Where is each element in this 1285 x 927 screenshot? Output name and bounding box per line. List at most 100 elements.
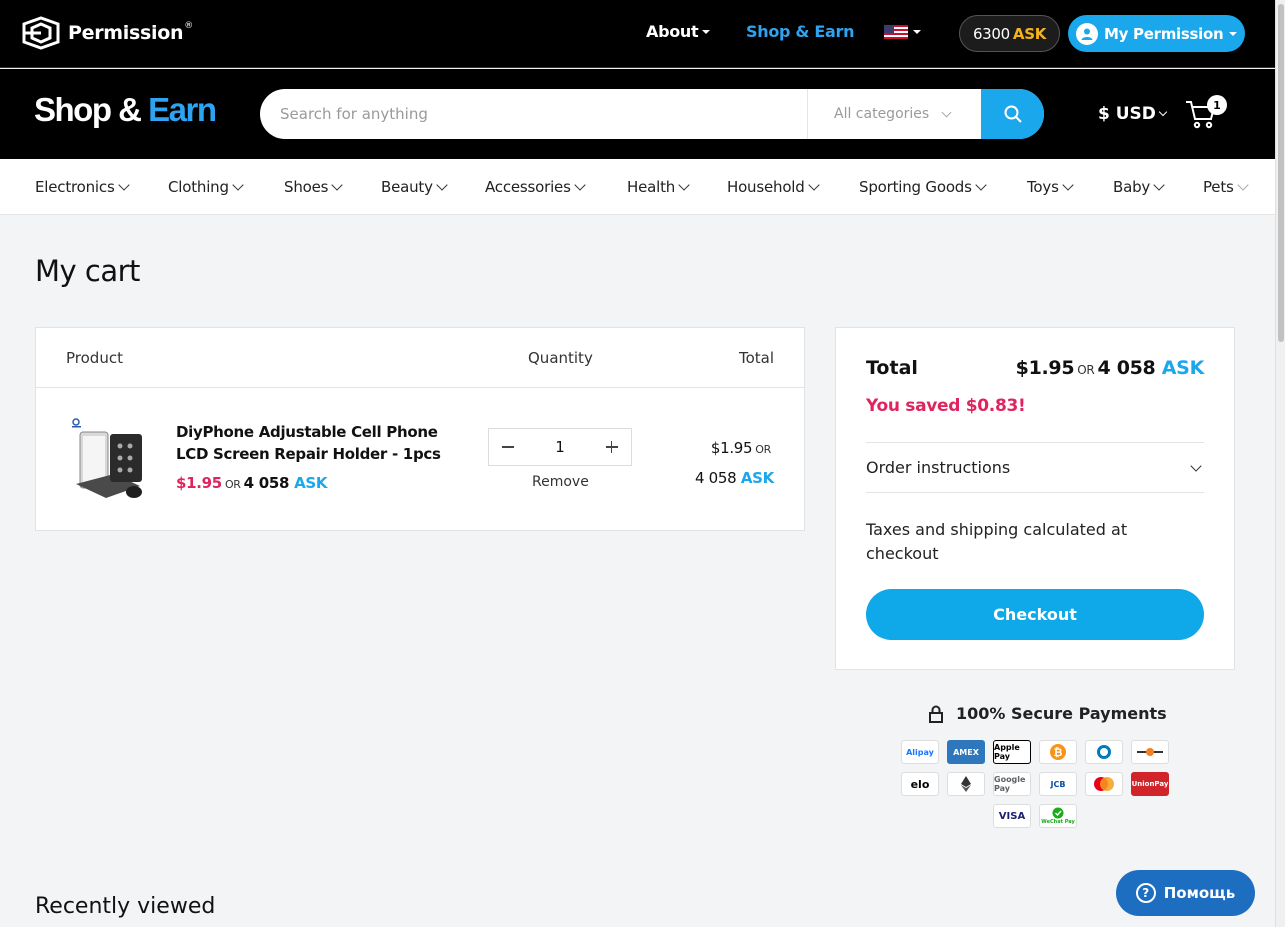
order-instructions-toggle[interactable]: Order instructions [866,442,1204,493]
secure-payments: 100% Secure Payments [928,704,1167,723]
savings-message: You saved $0.83! [866,396,1026,416]
category-label: Sporting Goods [859,178,972,196]
remove-item-link[interactable]: Remove [532,474,589,490]
chevron-down-icon [1190,459,1202,472]
visa-icon: VISA [993,804,1031,828]
product-price-usd: $1.95 [176,474,222,492]
mastercard-icon [1085,772,1123,796]
column-header-total: Total [738,349,774,367]
category-label: Toys [1027,178,1059,196]
shop-header: Shop & Earn All categories $ USD 1 [0,69,1275,159]
diners-club-icon [1085,740,1123,764]
currency-label: $ USD [1098,104,1156,124]
registered-mark: ® [184,21,194,31]
taxes-note: Taxes and shipping calculated at checkou… [866,520,1128,563]
chevron-down-icon [1062,179,1074,191]
decrease-quantity-button[interactable] [501,440,515,454]
line-total-usd: $1.95 [710,439,753,457]
product-price-ask-unit: ASK [294,474,328,492]
caret-down-icon [702,29,711,34]
wechat-pay-icon: WeChat Pay [1039,804,1077,828]
logo-earn-text: Earn [148,91,217,128]
category-health[interactable]: Health [627,178,690,196]
us-flag-icon [884,25,908,39]
permission-logo[interactable]: Permission ® [20,16,193,50]
chevron-down-icon [574,179,586,191]
column-header-quantity: Quantity [528,349,593,367]
alipay-icon: Alipay [901,740,939,764]
wechat-pay-label: WeChat Pay [1041,819,1075,825]
chevron-down-icon [975,179,987,191]
category-shoes[interactable]: Shoes [284,178,343,196]
category-label: Beauty [381,178,433,196]
about-menu[interactable]: About [646,22,711,41]
category-label: Clothing [168,178,229,196]
language-selector[interactable] [884,25,921,39]
summary-total-usd: $1.95 [1015,357,1075,379]
ask-balance-unit: ASK [1012,24,1047,43]
scrollbar-thumb[interactable] [1278,4,1284,342]
search-input[interactable] [260,89,807,139]
category-label: Household [727,178,805,196]
line-total-ask-unit: ASK [740,469,774,487]
category-electronics[interactable]: Electronics [35,178,130,196]
my-permission-button[interactable]: My Permission [1068,15,1245,52]
category-beauty[interactable]: Beauty [381,178,448,196]
about-label: About [646,22,699,41]
jcb-icon: JCB [1039,772,1077,796]
quantity-stepper: 1 [488,428,632,466]
brand-name: Permission [68,22,184,44]
search-bar: All categories [260,89,1044,139]
line-total-ask-value: 4 058 [694,469,737,487]
caret-down-icon [1229,31,1238,36]
summary-total-ask-value: 4 058 [1097,357,1156,379]
category-accessories[interactable]: Accessories [485,178,586,196]
search-button[interactable] [981,89,1044,139]
product-price: $1.95 OR 4 058 ASK [176,474,328,492]
increase-quantity-button[interactable] [605,440,619,454]
product-name[interactable]: DiyPhone Adjustable Cell Phone LCD Scree… [176,421,456,465]
shop-earn-link[interactable]: Shop & Earn [746,22,854,41]
lock-icon [929,705,943,723]
category-sporting-goods[interactable]: Sporting Goods [859,178,987,196]
category-pets[interactable]: Pets [1203,178,1249,196]
category-label: Accessories [485,178,571,196]
payment-methods: Alipay AMEX Apple Pay ₿ elo Google Pay J… [0,740,1285,832]
category-toys[interactable]: Toys [1027,178,1074,196]
chevron-down-icon [1158,107,1168,117]
chevron-down-icon [941,107,952,117]
my-permission-label: My Permission [1104,24,1224,43]
help-label: Помощь [1163,884,1236,902]
bitcoin-icon: ₿ [1039,740,1077,764]
ask-balance-value: 6300 [972,24,1010,43]
chevron-down-icon [436,179,448,191]
product-image[interactable] [66,412,154,504]
ethereum-icon [947,772,985,796]
category-select-value: All categories [834,106,930,122]
ask-balance[interactable]: 6300 ASK [959,15,1060,52]
svg-text:₿: ₿ [1054,746,1063,759]
caret-down-icon [913,30,921,34]
summary-total-ask-unit: ASK [1161,357,1205,379]
category-label: Electronics [35,178,115,196]
quantity-value[interactable]: 1 [555,438,565,456]
cart-line-item: DiyPhone Adjustable Cell Phone LCD Scree… [36,388,804,530]
or-separator: OR [1077,363,1095,377]
checkout-button[interactable]: Checkout [866,589,1204,640]
page-scrollbar[interactable] [1275,0,1285,927]
discover-icon [1131,740,1169,764]
category-label: Pets [1203,178,1234,196]
page-title: My cart [35,254,140,288]
category-select[interactable]: All categories [807,89,981,139]
category-clothing[interactable]: Clothing [168,178,244,196]
google-pay-icon: Google Pay [993,772,1031,796]
cart-table: Product Quantity Total DiyPhone Adjustab… [35,327,805,531]
category-household[interactable]: Household [727,178,820,196]
category-baby[interactable]: Baby [1113,178,1165,196]
chevron-down-icon [1153,179,1165,191]
help-button[interactable]: ? Помощь [1116,870,1255,916]
currency-selector[interactable]: $ USD [1098,104,1168,124]
elo-icon: elo [901,772,939,796]
shop-earn-logo[interactable]: Shop & Earn [34,91,217,129]
chevron-down-icon [331,179,343,191]
